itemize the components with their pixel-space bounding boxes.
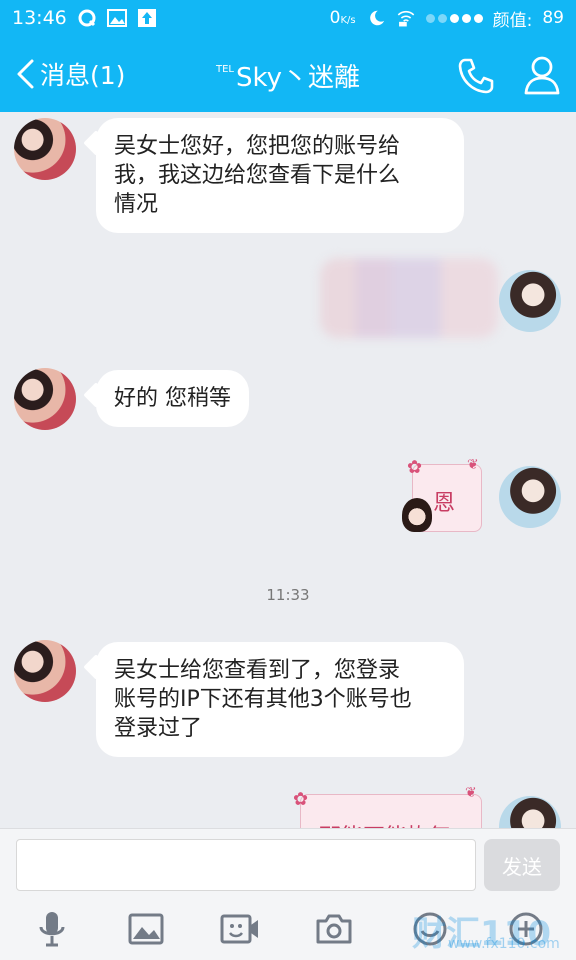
call-button[interactable] <box>456 56 496 96</box>
message-line: 账号的IP下还有其他3个账号也 <box>114 687 412 712</box>
video-button[interactable] <box>220 909 260 949</box>
flower-icon: ✿ <box>407 457 423 478</box>
message-line: 吴女士给您查看到了，您登录 <box>114 658 401 683</box>
butterfly-icon: ❦ <box>465 785 477 801</box>
message-input[interactable] <box>16 839 476 891</box>
status-time: 13:46 <box>12 7 67 29</box>
send-button[interactable]: 发送 <box>484 839 560 891</box>
butterfly-icon: ❦ <box>467 457 479 473</box>
battery-value: 89 <box>542 8 564 28</box>
qq-notification-icon <box>77 8 97 28</box>
plus-icon <box>509 912 543 946</box>
photo-button[interactable] <box>126 909 166 949</box>
blurred-message[interactable] <box>320 258 498 338</box>
contact-avatar[interactable] <box>14 118 76 180</box>
message-bubble[interactable]: 好的 您稍等 <box>96 370 249 427</box>
input-bar: 发送 <box>0 828 576 960</box>
battery-label: 颜值: <box>492 10 533 31</box>
sticker-text: 恩 <box>433 491 456 516</box>
gallery-notification-icon <box>106 8 127 28</box>
signal-dots-icon <box>425 13 483 23</box>
voice-button[interactable] <box>32 909 72 949</box>
contact-name: Sky丶迷離 <box>235 63 361 93</box>
network-speed: 0K/s <box>329 8 356 28</box>
sticker-figure <box>402 498 432 532</box>
my-avatar[interactable] <box>499 796 561 828</box>
profile-button[interactable] <box>522 54 562 96</box>
video-icon <box>220 914 258 944</box>
emoji-icon <box>413 912 447 946</box>
status-bar: 13:46 0K/s 颜值: 89 <box>0 0 576 36</box>
phone-icon <box>458 58 494 94</box>
user-icon <box>524 56 560 95</box>
wifi-icon <box>396 8 416 28</box>
message-bubble[interactable]: 吴女士给您查看到了，您登录 账号的IP下还有其他3个账号也 登录过了 <box>96 642 464 757</box>
more-button[interactable] <box>506 909 546 949</box>
upload-notification-icon <box>137 8 157 28</box>
sticker-message[interactable]: ✿ ❦ 那能不能恢复 <box>293 785 482 828</box>
message-list[interactable]: 吴女士您好，您把您的账号给 我，我这边给您查看下是什么 情况 好的 您稍等 ✿ … <box>0 112 576 828</box>
message-text: 好的 您稍等 <box>114 386 231 411</box>
message-line: 我，我这边给您查看下是什么 <box>114 163 401 188</box>
sticker-text: 那能不能恢复 <box>319 819 451 828</box>
message-timestamp: 11:33 <box>266 586 310 604</box>
my-avatar[interactable] <box>499 270 561 332</box>
contact-avatar[interactable] <box>14 368 76 430</box>
emoji-button[interactable] <box>410 909 450 949</box>
message-bubble[interactable]: 吴女士您好，您把您的账号给 我，我这边给您查看下是什么 情况 <box>96 118 464 233</box>
chat-header: 消息(1) TELSky丶迷離 <box>0 36 576 112</box>
moon-icon <box>366 8 386 28</box>
my-avatar[interactable] <box>499 466 561 528</box>
message-line: 情况 <box>114 192 159 217</box>
camera-icon <box>316 914 352 944</box>
mic-icon <box>39 912 65 947</box>
message-line: 登录过了 <box>114 716 203 741</box>
flower-icon: ✿ <box>293 789 309 810</box>
camera-button[interactable] <box>314 909 354 949</box>
image-icon <box>128 913 164 945</box>
message-line: 吴女士您好，您把您的账号给 <box>114 134 401 159</box>
contact-avatar[interactable] <box>14 640 76 702</box>
title-prefix: TEL <box>215 64 234 75</box>
